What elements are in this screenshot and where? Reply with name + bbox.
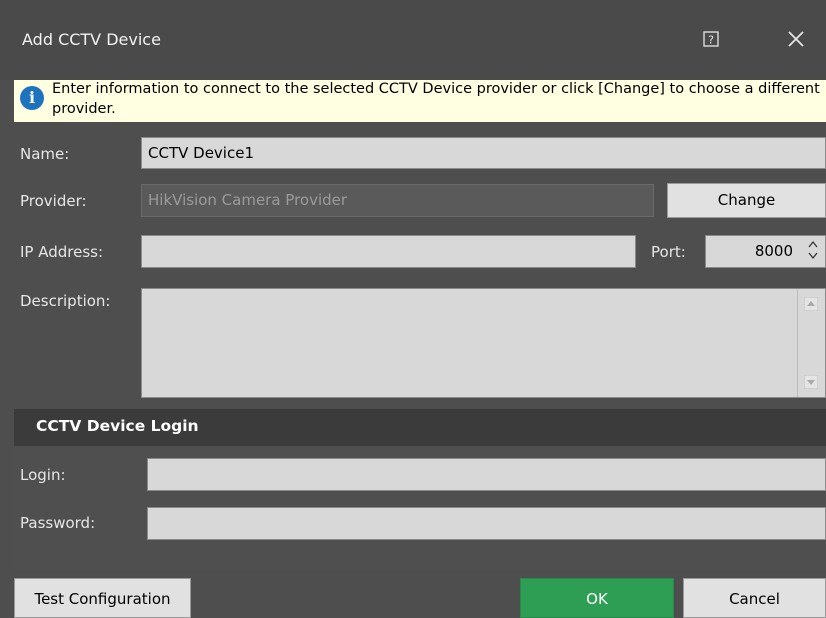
name-field[interactable]: CCTV Device1 bbox=[141, 137, 826, 169]
test-configuration-button[interactable]: Test Configuration bbox=[14, 578, 191, 618]
ip-address-field[interactable] bbox=[141, 235, 636, 268]
help-icon[interactable]: ? bbox=[702, 30, 720, 48]
cancel-button[interactable]: Cancel bbox=[683, 578, 826, 618]
scroll-up-icon[interactable] bbox=[804, 297, 818, 311]
login-field[interactable] bbox=[147, 458, 826, 491]
port-spinner-icon[interactable] bbox=[808, 239, 818, 261]
svg-text:?: ? bbox=[708, 34, 714, 47]
add-cctv-device-dialog: Add CCTV Device ? i Enter information to… bbox=[0, 0, 826, 618]
port-value: 8000 bbox=[754, 242, 793, 260]
password-field[interactable] bbox=[147, 507, 826, 540]
change-button[interactable]: Change bbox=[667, 183, 826, 218]
password-label: Password: bbox=[20, 514, 96, 532]
window-title: Add CCTV Device bbox=[22, 30, 161, 49]
port-label: Port: bbox=[651, 243, 686, 261]
ok-button[interactable]: OK bbox=[520, 578, 674, 618]
close-icon[interactable] bbox=[784, 27, 808, 51]
name-label: Name: bbox=[20, 145, 70, 163]
description-textarea[interactable] bbox=[141, 288, 826, 398]
provider-value: HikVision Camera Provider bbox=[148, 191, 348, 209]
info-icon: i bbox=[20, 86, 44, 110]
description-label: Description: bbox=[20, 292, 111, 310]
description-scrollbar[interactable] bbox=[797, 289, 824, 397]
login-section-title: CCTV Device Login bbox=[36, 417, 199, 435]
provider-field: HikVision Camera Provider bbox=[141, 184, 654, 217]
title-bar: Add CCTV Device ? bbox=[0, 0, 826, 80]
scroll-down-icon[interactable] bbox=[804, 375, 818, 389]
provider-label: Provider: bbox=[20, 192, 87, 210]
name-value: CCTV Device1 bbox=[148, 144, 254, 162]
login-label: Login: bbox=[20, 466, 66, 484]
ip-address-label: IP Address: bbox=[20, 243, 104, 261]
info-message: Enter information to connect to the sele… bbox=[52, 81, 820, 117]
